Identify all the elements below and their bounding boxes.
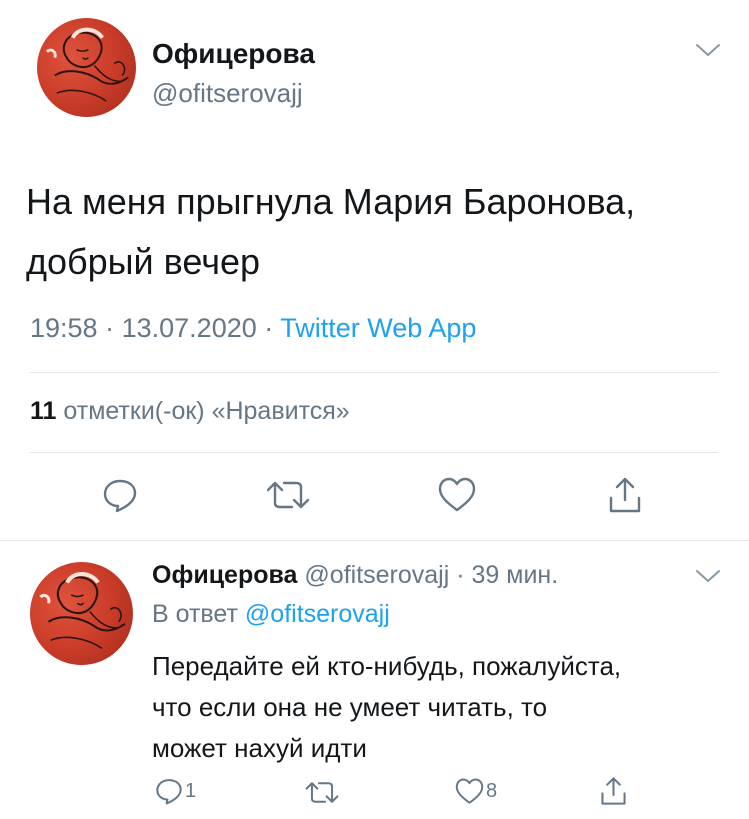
- like-button[interactable]: [438, 477, 476, 513]
- tweet-source-link[interactable]: Twitter Web App: [280, 313, 476, 343]
- reply-count: 1: [185, 779, 197, 802]
- meta-separator: ·: [264, 313, 274, 343]
- reply-author-name[interactable]: Офицерова: [152, 561, 297, 589]
- reply-bubble-icon: [103, 479, 137, 513]
- reply-author-handle[interactable]: @ofitserovajj: [304, 561, 449, 589]
- reply-time[interactable]: 39 мин.: [472, 561, 559, 589]
- main-tweet-line: На меня прыгнула Мария Баронова,: [26, 181, 636, 222]
- reply-button[interactable]: [102, 477, 138, 513]
- main-author-handle[interactable]: @ofitserovajj: [152, 78, 303, 109]
- reply-mention-link[interactable]: @ofitserovajj: [245, 600, 390, 628]
- reply-reply-button[interactable]: 1: [155, 777, 196, 805]
- reply-share-button[interactable]: [600, 776, 627, 806]
- tweet-date[interactable]: 13.07.2020: [122, 313, 257, 343]
- share-icon: [609, 477, 641, 513]
- reply-to-line: В ответ @ofitserovajj: [152, 600, 390, 629]
- main-avatar[interactable]: [37, 18, 136, 117]
- share-button[interactable]: [608, 476, 642, 514]
- tweet-meta: 19:58 · 13.07.2020 · Twitter Web App: [30, 313, 476, 344]
- section-divider: [0, 540, 749, 541]
- heart-icon: [438, 477, 476, 512]
- retweet-icon: [305, 782, 339, 803]
- reply-tweet-line: Передайте ей кто-нибудь, пожалуйста,: [152, 651, 622, 681]
- reply-to-prefix: В ответ: [152, 600, 238, 628]
- like-count: 8: [486, 780, 498, 802]
- divider: [30, 372, 718, 373]
- reply-avatar[interactable]: [30, 562, 133, 665]
- main-tweet-text: На меня прыгнула Мария Баронова, добрый …: [26, 172, 726, 292]
- divider: [30, 452, 718, 453]
- likes-count: 11: [30, 397, 57, 425]
- meta-separator: ·: [105, 313, 115, 343]
- likes-label: отметки(-ок) «Нравится»: [63, 397, 350, 425]
- reply-like-button[interactable]: 8: [455, 778, 497, 805]
- reply-bubble-icon: [156, 779, 182, 805]
- reply-tweet-line: что если она не умеет читать, то: [152, 692, 548, 722]
- chevron-down-icon[interactable]: [695, 42, 721, 63]
- retweet-icon: [266, 481, 310, 509]
- heart-icon: [455, 778, 484, 804]
- main-tweet-line: добрый вечер: [26, 241, 260, 282]
- tweet-time[interactable]: 19:58: [30, 313, 98, 343]
- main-author-name[interactable]: Офицерова: [152, 38, 315, 70]
- share-icon: [601, 777, 626, 805]
- header-separator: ·: [456, 561, 465, 589]
- reply-retweet-button[interactable]: [305, 780, 339, 805]
- reply-tweet-line: может нахуй идти: [152, 733, 367, 763]
- reply-tweet-text: Передайте ей кто-нибудь, пожалуйста, что…: [152, 646, 732, 769]
- reply-header: Офицерова @ofitserovajj · 39 мин.: [152, 561, 558, 590]
- retweet-button[interactable]: [266, 479, 310, 511]
- likes-summary[interactable]: 11 отметки(-ок) «Нравится»: [30, 397, 350, 426]
- chevron-down-icon[interactable]: [695, 568, 721, 589]
